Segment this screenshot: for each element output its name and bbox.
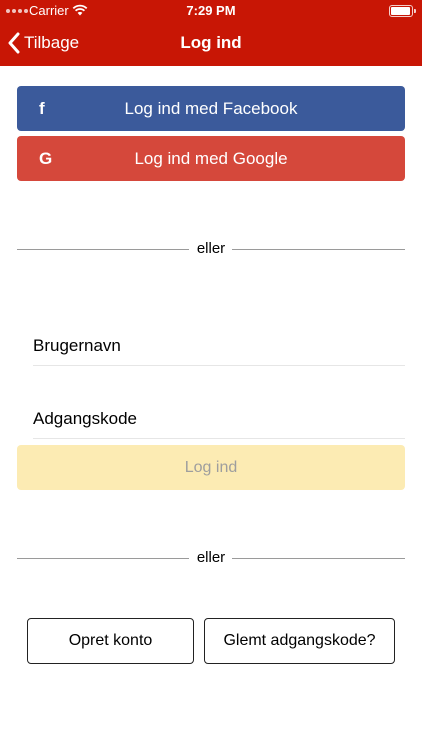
login-button[interactable]: Log ind: [17, 445, 405, 490]
forgot-password-button[interactable]: Glemt adgangskode?: [204, 618, 395, 664]
status-time: 7:29 PM: [186, 3, 236, 18]
status-bar: Carrier 7:29 PM: [0, 0, 422, 22]
page-title: Log ind: [180, 33, 242, 52]
google-login-button[interactable]: G Log ind med Google: [17, 136, 405, 181]
divider-top: eller: [17, 239, 405, 259]
password-field[interactable]: [33, 399, 405, 439]
divider-line: [232, 558, 405, 559]
google-login-label: Log ind med Google: [134, 148, 288, 168]
username-field[interactable]: [33, 326, 405, 366]
divider-line: [232, 249, 405, 250]
header: Carrier 7:29 PM Tilbage Log ind: [0, 0, 422, 66]
facebook-login-label: Log ind med Facebook: [124, 98, 298, 118]
create-account-button[interactable]: Opret konto: [27, 618, 194, 664]
facebook-icon: f: [39, 98, 45, 118]
facebook-login-button[interactable]: f Log ind med Facebook: [17, 86, 405, 131]
divider-bottom: eller: [17, 548, 405, 568]
google-icon: G: [39, 148, 53, 168]
battery-icon: [389, 5, 416, 17]
